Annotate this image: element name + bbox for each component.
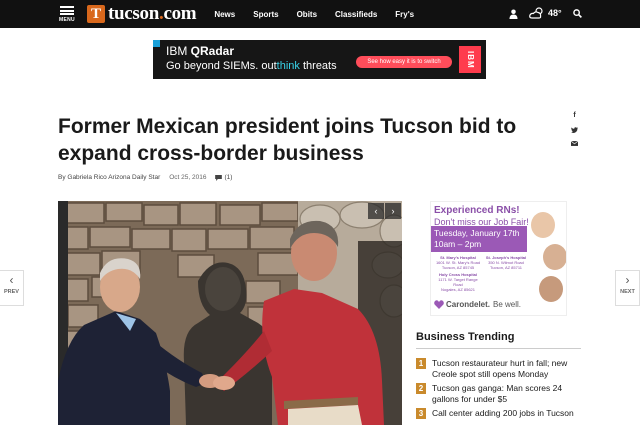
chevron-right-icon: › xyxy=(625,273,630,287)
hamburger-icon xyxy=(60,5,74,15)
hospital-2: St. Joseph's Hospital 350 N. Wilmot Road T… xyxy=(485,255,527,270)
ibm-logo: IBM xyxy=(459,46,481,73)
next-label: NEXT xyxy=(620,289,635,295)
search-icon[interactable] xyxy=(573,9,582,18)
facebook-icon[interactable]: f xyxy=(573,112,575,119)
user-icon[interactable] xyxy=(509,9,518,19)
ad-cta-button[interactable]: See how easy it is to switch xyxy=(356,56,452,68)
article-headline: Former Mexican president joins Tucson bi… xyxy=(58,115,517,165)
adchoices-icon[interactable] xyxy=(153,40,160,47)
side-ad-hospitals: St. Mary's Hospital 1601 W. St. Mary's Ro… xyxy=(434,255,532,292)
gallery-prev-button[interactable]: ‹ xyxy=(368,203,384,219)
top-nav-bar: MENU T tucson.com News Sports Obits Clas… xyxy=(0,0,640,28)
byline: By Gabriela Rico Arizona Daily Star Oct … xyxy=(58,174,232,181)
trending-rank: 1 xyxy=(416,358,426,369)
main-nav: News Sports Obits Classifieds Fry's xyxy=(214,10,432,19)
ad-line-1: IBM QRadar xyxy=(166,44,235,58)
twitter-icon[interactable] xyxy=(571,127,578,133)
trending-link[interactable]: Tucson gas ganga: Man scores 24 gallons … xyxy=(432,383,586,405)
nurse-photo-3 xyxy=(539,276,563,302)
publish-date: Oct 25, 2016 xyxy=(169,174,207,181)
comments-link[interactable]: (1) xyxy=(215,174,232,181)
menu-label: MENU xyxy=(59,16,75,23)
temperature: 48° xyxy=(548,8,562,18)
email-icon[interactable] xyxy=(571,141,578,146)
chevron-left-icon: ‹ xyxy=(9,273,14,287)
trending-item[interactable]: 2 Tucson gas ganga: Man scores 24 gallon… xyxy=(416,383,586,405)
hospital-3: Holy Cross Hospital 1171 W. Target Range … xyxy=(438,272,478,292)
logo-name: tucson xyxy=(108,3,159,24)
share-bar: f xyxy=(571,112,578,146)
trending-link[interactable]: Tucson restaurateur hurt in fall; new Cr… xyxy=(432,358,586,380)
carondelet-logo: Carondelet. Be well. xyxy=(434,300,521,309)
side-ad-time: 10am – 2pm xyxy=(434,239,482,249)
nav-frys[interactable]: Fry's xyxy=(395,10,414,19)
trending-item[interactable]: 1 Tucson restaurateur hurt in fall; new … xyxy=(416,358,586,380)
prev-article-button[interactable]: ‹ PREV xyxy=(0,270,24,306)
next-article-button[interactable]: › NEXT xyxy=(615,270,640,306)
comment-count: (1) xyxy=(224,174,233,181)
side-ad-title: Experienced RNs! xyxy=(434,205,520,216)
side-ad-date: Tuesday, January 17th xyxy=(434,228,520,238)
trending-title: Business Trending xyxy=(416,331,515,343)
weather-widget[interactable]: 48° xyxy=(529,7,562,19)
trending-rank: 2 xyxy=(416,383,426,394)
hospital-1: St. Mary's Hospital 1601 W. St. Mary's Ro… xyxy=(435,255,481,270)
author[interactable]: By Gabriela Rico Arizona Daily Star xyxy=(58,174,160,181)
ad-line-2: Go beyond SIEMs. outthink threats xyxy=(166,60,337,72)
nurse-photo-1 xyxy=(531,212,555,238)
logo-mark: T xyxy=(87,5,105,23)
ad-banner[interactable]: IBM QRadar Go beyond SIEMs. outthink thr… xyxy=(153,40,486,79)
trending-item[interactable]: 3 Call center adding 200 jobs in Tucson xyxy=(416,408,586,419)
nav-obits[interactable]: Obits xyxy=(297,10,317,19)
photo-image xyxy=(58,201,402,425)
nurse-photo-2 xyxy=(543,244,566,270)
site-logo[interactable]: T tucson.com xyxy=(87,3,197,25)
trending-link[interactable]: Call center adding 200 jobs in Tucson xyxy=(432,408,574,419)
logo-wordmark: tucson.com xyxy=(108,3,197,25)
menu-button[interactable]: MENU xyxy=(57,5,77,23)
trending-divider xyxy=(416,348,581,349)
logo-tld: com xyxy=(163,3,197,24)
article-photo[interactable] xyxy=(58,201,402,425)
comment-icon xyxy=(215,174,223,181)
nav-classifieds[interactable]: Classifieds xyxy=(335,10,377,19)
weather-cloud-sun-icon xyxy=(529,7,543,19)
heart-icon xyxy=(434,300,444,309)
prev-label: PREV xyxy=(4,289,19,295)
side-ad[interactable]: Experienced RNs! Don't miss our Job Fair… xyxy=(430,201,567,316)
trending-rank: 3 xyxy=(416,408,426,419)
nav-sports[interactable]: Sports xyxy=(253,10,278,19)
gallery-next-button[interactable]: › xyxy=(385,203,401,219)
side-ad-date-band: Tuesday, January 17th 10am – 2pm xyxy=(431,226,527,252)
nav-news[interactable]: News xyxy=(214,10,235,19)
